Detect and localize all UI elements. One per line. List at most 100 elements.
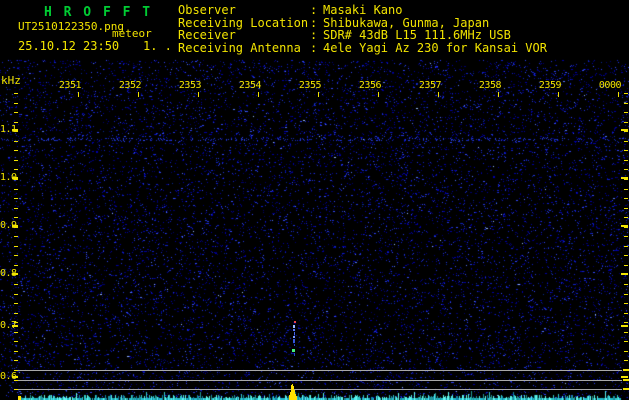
freq-minor-tick-left [14,93,18,94]
image-filename: UT2510122350.png [18,20,124,33]
time-axis-label: 2353 [178,80,202,91]
time-axis-label: 2355 [298,80,322,91]
meteor-echo-dash [293,336,295,338]
observer-info-block: Observer: Masaki Kano Receiving Location: S… [178,4,547,54]
freq-minor-tick-right [624,341,628,342]
hrofft-screen: H R O F F T UT2510122350.png meteor 25.1… [0,0,629,400]
meteor-echo-dash [293,339,295,343]
time-axis-tick [558,92,559,97]
freq-minor-tick-right [624,208,628,209]
freq-minor-tick-right [624,284,628,285]
freq-minor-tick-right [624,265,628,266]
level-graph-right-tick [623,379,629,381]
freq-minor-tick-right [624,332,628,333]
freq-minor-tick-left [14,313,18,314]
freq-major-tick-right [621,325,628,327]
freq-minor-tick-right [624,246,628,247]
freq-minor-tick-right [624,150,628,151]
info-row: Receiving Antenna:4ele Yagi Az 230 for K… [178,40,547,55]
freq-axis-label: 1.0 [0,172,17,183]
level-graph-right-tick [623,388,629,390]
freq-axis-label: 0.6 [0,371,17,382]
freq-minor-tick-right [624,351,628,352]
freq-minor-tick-right [624,303,628,304]
freq-minor-tick-right [624,189,628,190]
freq-minor-tick-left [14,217,18,218]
app-title: H R O F F T [44,5,153,20]
freq-minor-tick-left [14,160,18,161]
freq-minor-tick-right [624,255,628,256]
time-axis-label: 2359 [538,80,562,91]
freq-minor-tick-left [14,255,18,256]
info-value: 4ele Yagi Az 230 for Kansai VOR [323,40,547,55]
time-axis-tick [378,92,379,97]
freq-minor-tick-left [14,294,18,295]
time-axis-label: 2358 [478,80,502,91]
freq-minor-tick-right [624,360,628,361]
freq-minor-tick-left [14,141,18,142]
freq-minor-tick-left [14,265,18,266]
freq-minor-tick-left [14,112,18,113]
date-time-label: 25.10.12 23:50 [18,39,120,53]
time-axis-tick [498,92,499,97]
freq-minor-tick-left [14,198,18,199]
freq-minor-tick-left [14,122,18,123]
info-label: Receiving Antenna [178,40,301,55]
freq-major-tick-right [621,376,628,378]
spectrogram-noise-canvas [0,58,629,400]
freq-minor-tick-left [14,284,18,285]
freq-minor-tick-left [14,169,18,170]
info-colon: : [310,28,318,42]
freq-minor-tick-left [14,208,18,209]
meteor-echo-dash [293,329,295,331]
time-axis-tick [438,92,439,97]
freq-minor-tick-left [14,103,18,104]
freq-minor-tick-right [624,217,628,218]
time-axis-tick [318,92,319,97]
time-axis-tick [198,92,199,97]
freq-minor-tick-right [624,160,628,161]
freq-minor-tick-left [14,303,18,304]
freq-major-tick-right [621,225,628,227]
freq-minor-tick-right [624,112,628,113]
info-label: Observer [178,3,236,17]
level-graph-gridline [18,380,622,381]
freq-minor-tick-right [624,103,628,104]
freq-major-tick-right [621,129,628,131]
freq-minor-tick-right [624,294,628,295]
freq-minor-tick-right [624,169,628,170]
freq-minor-tick-left [14,332,18,333]
time-axis-label: 2352 [118,80,142,91]
freq-minor-tick-left [14,150,18,151]
freq-minor-tick-left [14,189,18,190]
freq-axis-unit-label: kHz [1,74,21,87]
meteor-echo-dash [294,353,295,356]
time-axis-tick [258,92,259,97]
freq-minor-tick-right [624,131,628,132]
meteor-echo-dash [294,344,295,346]
level-start-marker [18,396,21,400]
level-graph-right-tick [623,369,629,371]
meteor-echo-dash [293,325,295,328]
freq-axis-label: 0.9 [0,220,17,231]
freq-minor-tick-right [624,198,628,199]
freq-minor-tick-left [14,341,18,342]
meteor-echo-dash [294,321,296,323]
freq-minor-tick-right [624,179,628,180]
freq-minor-tick-right [624,236,628,237]
freq-major-tick-right [621,273,628,275]
time-axis-label: 0000 [598,80,622,91]
freq-axis-label: 0.8 [0,268,17,279]
meteor-echo-dash [292,349,295,352]
time-axis-tick [78,92,79,97]
freq-minor-tick-right [624,141,628,142]
info-colon: : [310,3,318,17]
level-spike-bar [296,396,297,400]
time-axis-label: 2356 [358,80,382,91]
freq-axis-label: 1.1 [0,124,17,135]
freq-major-tick-right [621,177,628,179]
freq-axis-label: 0.7 [0,320,17,331]
freq-minor-tick-right [624,122,628,123]
freq-minor-tick-left [14,246,18,247]
level-graph-gridline [18,370,622,371]
